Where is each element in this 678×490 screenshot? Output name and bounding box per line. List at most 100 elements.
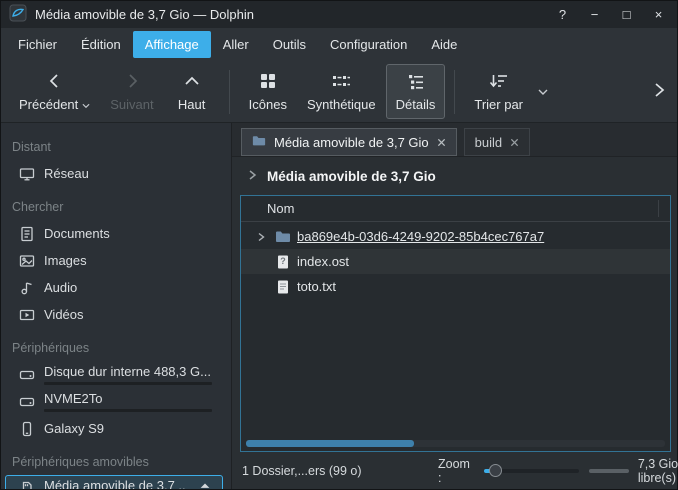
window-controls: ? − □ × xyxy=(554,6,667,23)
zoom-slider[interactable] xyxy=(484,463,579,479)
free-space-bar xyxy=(589,469,629,473)
tab-close-icon[interactable] xyxy=(510,135,519,150)
sidebar-item-label: Documents xyxy=(44,226,110,241)
tab-close-icon[interactable] xyxy=(437,135,446,150)
section-removable: Périphériques amovibles xyxy=(1,442,231,475)
file-row-toto-txt[interactable]: toto.txt xyxy=(241,274,670,299)
help-button[interactable]: ? xyxy=(554,6,571,23)
compact-view-button[interactable]: Synthétique xyxy=(297,64,386,119)
tab-bar: Média amovible de 3,7 Gio build xyxy=(232,123,677,157)
compact-view-label: Synthétique xyxy=(307,97,376,112)
sidebar-item-label: Réseau xyxy=(44,166,89,181)
maximize-button[interactable]: □ xyxy=(618,6,635,23)
up-button[interactable]: Haut xyxy=(164,64,220,119)
tab-label: build xyxy=(475,135,502,150)
sidebar-item-images[interactable]: Images xyxy=(5,247,223,274)
menu-fichier[interactable]: Fichier xyxy=(6,31,69,58)
sidebar-item-removable-media[interactable]: Média amovible de 3,7 ... xyxy=(5,475,223,489)
file-name[interactable]: toto.txt xyxy=(297,279,336,294)
window-title: Média amovible de 3,7 Gio — Dolphin xyxy=(35,7,254,22)
menu-aller[interactable]: Aller xyxy=(211,31,261,58)
hard-drive-icon xyxy=(19,394,35,410)
sidebar-item-galaxy-s9[interactable]: Galaxy S9 xyxy=(5,415,223,442)
documents-icon xyxy=(19,226,35,242)
tab-removable-media[interactable]: Média amovible de 3,7 Gio xyxy=(241,128,457,156)
chevron-right-icon xyxy=(122,71,142,94)
minimize-button[interactable]: − xyxy=(586,6,603,23)
disk-usage-bar xyxy=(44,409,212,412)
sidebar-item-label: Vidéos xyxy=(44,307,84,322)
sidebar-item-documents[interactable]: Documents xyxy=(5,220,223,247)
column-header-label: Nom xyxy=(267,201,294,216)
menu-outils[interactable]: Outils xyxy=(261,31,318,58)
app-icon xyxy=(9,4,27,25)
chevron-down-icon xyxy=(82,97,90,112)
icons-view-icon xyxy=(258,71,278,94)
text-file-icon xyxy=(275,279,291,295)
selection-summary: 1 Dossier,...ers (99 o) xyxy=(242,464,400,478)
sort-by-button[interactable]: Trier par xyxy=(464,64,533,119)
sort-icon xyxy=(489,71,509,94)
menu-affichage[interactable]: Affichage xyxy=(133,31,211,58)
breadcrumb[interactable]: Média amovible de 3,7 Gio xyxy=(267,169,436,184)
close-button[interactable]: × xyxy=(650,6,667,23)
forward-button[interactable]: Suivant xyxy=(100,64,163,119)
sidebar-item-audio[interactable]: Audio xyxy=(5,274,223,301)
file-name[interactable]: ba869e4b-03d6-4249-9202-85b4cec767a7 xyxy=(297,229,544,244)
eject-icon[interactable] xyxy=(198,480,212,489)
toolbar-overflow-button[interactable] xyxy=(649,77,669,106)
places-panel: Distant Réseau Chercher Documents Images… xyxy=(1,123,232,489)
main-panel: Média amovible de 3,7 Gio build Média am… xyxy=(232,123,677,489)
sidebar-item-label: Disque dur interne 488,3 G... xyxy=(44,364,212,379)
sort-dropdown-caret[interactable] xyxy=(533,80,553,103)
location-bar[interactable]: Média amovible de 3,7 Gio xyxy=(232,157,677,195)
sidebar-item-label: Média amovible de 3,7 ... xyxy=(44,478,185,489)
breadcrumb-chevron-icon xyxy=(246,169,258,184)
menu-aide[interactable]: Aide xyxy=(419,31,469,58)
compact-view-icon xyxy=(331,71,351,94)
back-label: Précédent xyxy=(19,97,78,112)
sidebar-item-network[interactable]: Réseau xyxy=(5,160,223,187)
sidebar-item-label: NVME2To xyxy=(44,391,212,406)
free-space-widget: 7,3 Gio libre(s) xyxy=(589,457,678,485)
phone-icon xyxy=(19,421,35,437)
status-bar: 1 Dossier,...ers (99 o) Zoom : 7,3 Gio l… xyxy=(232,452,677,489)
details-view-button[interactable]: Détails xyxy=(386,64,446,119)
sort-by-label: Trier par xyxy=(474,97,523,112)
menu-configuration[interactable]: Configuration xyxy=(318,31,419,58)
file-row-index-ost[interactable]: ? index.ost xyxy=(241,249,670,274)
file-list: ba869e4b-03d6-4249-9202-85b4cec767a7 ? i… xyxy=(241,222,670,451)
videos-icon xyxy=(19,307,35,323)
back-button[interactable]: Précédent xyxy=(9,64,100,119)
sidebar-item-nvme[interactable]: NVME2To xyxy=(5,388,223,415)
sidebar-item-videos[interactable]: Vidéos xyxy=(5,301,223,328)
section-remote: Distant xyxy=(1,127,231,160)
scrollbar-thumb[interactable] xyxy=(246,440,414,447)
file-row-folder[interactable]: ba869e4b-03d6-4249-9202-85b4cec767a7 xyxy=(241,224,670,249)
file-name[interactable]: index.ost xyxy=(297,254,349,269)
menu-edition[interactable]: Édition xyxy=(69,31,133,58)
column-header-nom[interactable]: Nom xyxy=(241,196,670,222)
details-view-label: Détails xyxy=(396,97,436,112)
sidebar-item-label: Audio xyxy=(44,280,77,295)
toolbar-separator xyxy=(229,70,230,114)
details-view-icon xyxy=(406,71,426,94)
sidebar-item-label: Images xyxy=(44,253,87,268)
icons-view-button[interactable]: Icônes xyxy=(239,64,297,119)
slider-thumb[interactable] xyxy=(489,464,502,477)
titlebar[interactable]: Média amovible de 3,7 Gio — Dolphin ? − … xyxy=(1,1,677,28)
expand-chevron-icon[interactable] xyxy=(253,231,269,243)
unknown-file-icon: ? xyxy=(275,254,291,270)
free-space-label: 7,3 Gio libre(s) xyxy=(638,457,678,485)
images-icon xyxy=(19,253,35,269)
horizontal-scrollbar[interactable] xyxy=(246,440,665,447)
sidebar-item-internal-disk[interactable]: Disque dur interne 488,3 G... xyxy=(5,361,223,388)
audio-icon xyxy=(19,280,35,296)
up-label: Haut xyxy=(178,97,205,112)
tab-build[interactable]: build xyxy=(464,128,530,156)
folder-icon xyxy=(252,134,266,151)
file-view: Nom ba869e4b-03d6-4249-9202-85b4cec767a7… xyxy=(240,195,671,452)
disk-usage-bar xyxy=(44,382,212,385)
folder-icon xyxy=(275,229,291,245)
toolbar-separator xyxy=(454,70,455,114)
